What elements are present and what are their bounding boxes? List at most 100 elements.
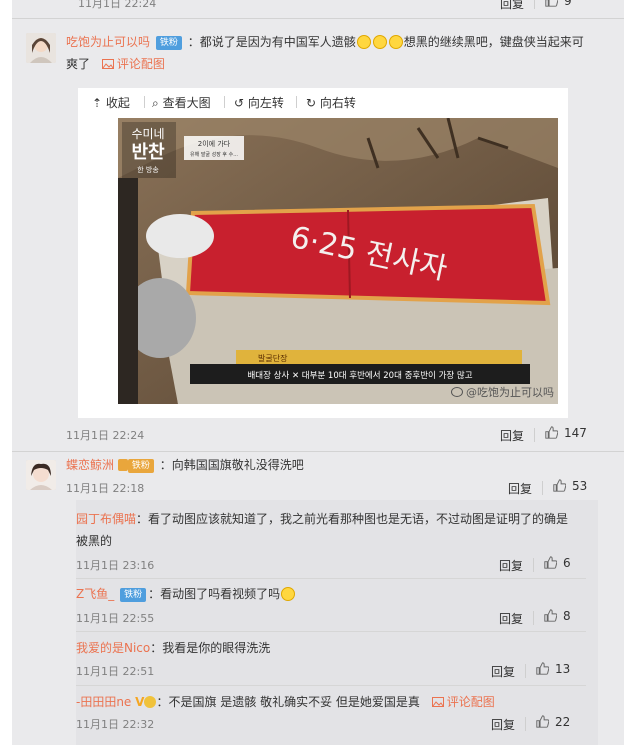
divider xyxy=(525,717,526,731)
like-button[interactable]: 6 xyxy=(544,556,571,570)
reply-date: 11月1日 22:55 xyxy=(76,612,155,625)
rotate-right-button[interactable]: ↻ 向右转 xyxy=(306,94,356,111)
divider xyxy=(533,558,534,572)
reply-date: 11月1日 22:32 xyxy=(76,718,155,731)
video-frame: 6·25 전사자 수미네 반찬 한 방송 2이에 가다 유해 발굴 성장 후 수… xyxy=(118,118,558,404)
emoji-icon xyxy=(388,35,403,49)
show-logo-line3: 한 방송 xyxy=(137,165,159,174)
prev-comment-footer: 11月1日 22:24 回复 9 xyxy=(12,0,624,11)
show-logo-line2: 반찬 xyxy=(131,142,165,163)
reply-date: 11月1日 23:16 xyxy=(76,559,155,572)
comment-body: 吃饱为止可以吗 铁粉 ：都说了是因为有中国军人遗骸 想黑的继续黑吧，键盘侠当起来可… xyxy=(66,31,606,75)
medal-icon xyxy=(144,696,157,708)
like-count: 6 xyxy=(563,556,571,570)
rotate-left-button[interactable]: ↺ 向左转 xyxy=(234,94,284,111)
reply-separator xyxy=(76,631,586,632)
image-watermark: @吃饱为止可以吗 xyxy=(450,384,554,400)
comment-text: ：都说了是因为有中国军人遗骸 xyxy=(187,35,356,49)
reply-username[interactable]: 园丁布偶喵 xyxy=(76,512,136,526)
like-count: 53 xyxy=(572,479,588,493)
reply-button[interactable]: 回复 xyxy=(491,663,515,680)
reply-button[interactable]: 回复 xyxy=(499,610,523,627)
reply-button[interactable]: 回复 xyxy=(499,557,523,574)
thumbs-up-icon xyxy=(553,479,566,492)
like-count: 147 xyxy=(564,426,587,440)
comment-text: ：向韩国国旗敬礼没得洗吧 xyxy=(159,458,304,472)
comment-text: 爽了 xyxy=(66,57,91,71)
search-icon: ⌕ xyxy=(152,96,159,110)
fan-badge[interactable]: 铁粉 xyxy=(155,36,182,50)
v-badge-icon: V xyxy=(135,695,145,709)
like-button[interactable]: 8 xyxy=(544,609,571,623)
comment-image[interactable]: 6·25 전사자 수미네 반찬 한 방송 2이에 가다 유해 발굴 성장 후 수… xyxy=(118,118,558,404)
like-button[interactable]: 147 xyxy=(545,426,587,440)
collapse-icon: ⇡ xyxy=(92,96,103,110)
reply-item: 园丁布偶喵：看了动图应该就知道了，我之前光看那种图也是无语，不过动图是证明了的确… xyxy=(76,508,586,552)
avatar[interactable] xyxy=(26,33,56,63)
thumbs-up-icon xyxy=(536,662,549,675)
like-count: 22 xyxy=(555,715,571,729)
comment-body: 蝶恋鲸洲 铁粉 ：向韩国国旗敬礼没得洗吧 xyxy=(66,455,304,475)
fan-badge[interactable]: 铁粉 xyxy=(120,588,147,602)
reply-item: 我爱的是Nico：我看是你的眼得洗洗 xyxy=(76,638,270,658)
reply-text: ：看动图了吗看视频了吗 xyxy=(148,587,281,601)
reply-text: ：我看是你的眼得洗洗 xyxy=(150,641,271,655)
comment-image-link[interactable]: 评论配图 xyxy=(101,57,165,71)
like-count: 13 xyxy=(555,662,571,676)
rotate-left-label: 向左转 xyxy=(247,96,284,110)
like-button[interactable]: 13 xyxy=(536,662,570,676)
reply-username[interactable]: Z飞鱼_ xyxy=(76,587,114,601)
comment-username[interactable]: 蝶恋鲸洲 xyxy=(66,458,114,472)
rotate-left-icon: ↺ xyxy=(234,96,245,110)
like-count: 9 xyxy=(564,0,572,8)
divider xyxy=(525,664,526,678)
fan-badge[interactable]: 铁粉 xyxy=(127,459,154,473)
reply-separator xyxy=(76,685,586,686)
comment-image-link[interactable]: 评论配图 xyxy=(431,695,495,709)
thumbs-up-icon xyxy=(536,715,549,728)
thumbs-up-icon xyxy=(545,0,558,7)
subtitle-label: 발굴단장 xyxy=(258,353,288,363)
watermark-text: @吃饱为止可以吗 xyxy=(466,386,554,399)
comment-image-link-label: 评论配图 xyxy=(446,695,495,709)
reply-text: ：不是国旗 是遗骸 敬礼确实不妥 但是她爱国是真 xyxy=(156,695,420,709)
reply-text: ：看了动图应该就知道了，我之前光看那种图也是无语，不过动图是证明了的确是 xyxy=(136,512,569,526)
reply-username[interactable]: -田田田ne xyxy=(76,695,131,709)
comment-separator xyxy=(12,18,624,19)
top-caption-line1: 2이에 가다 xyxy=(198,139,231,148)
emoji-icon xyxy=(372,35,387,49)
reply-separator xyxy=(76,578,586,579)
divider xyxy=(534,428,535,442)
reply-username[interactable]: 我爱的是Nico xyxy=(76,641,150,655)
image-viewer: ⇡ 收起 ⌕ 查看大图 ↺ 向左转 ↻ 向右转 6·25 전사자 수미네 반찬 … xyxy=(78,88,568,418)
comments-panel: 11月1日 22:24 回复 9 吃饱为止可以吗 铁粉 ：都说了是因为有中国军人… xyxy=(12,0,624,745)
reply-button[interactable]: 回复 xyxy=(500,427,524,444)
medal-icon xyxy=(117,459,128,471)
avatar[interactable] xyxy=(26,460,56,490)
reply-button[interactable]: 回复 xyxy=(500,0,524,12)
thumbs-up-icon xyxy=(545,426,558,439)
divider xyxy=(533,611,534,625)
top-caption-line2: 유해 발굴 성장 후 수... xyxy=(190,151,238,158)
like-button[interactable]: 9 xyxy=(545,0,572,8)
reply-item: -田田田ne V ：不是国旗 是遗骸 敬礼确实不妥 但是她爱国是真 评论配图 xyxy=(76,692,495,712)
thumbs-up-icon xyxy=(544,556,557,569)
reply-button[interactable]: 回复 xyxy=(491,716,515,733)
comment-date: 11月1日 22:18 xyxy=(66,482,145,495)
emoji-icon xyxy=(356,35,371,49)
rotate-right-icon: ↻ xyxy=(306,96,317,110)
reply-item: Z飞鱼_ 铁粉 ：看动图了吗看视频了吗 xyxy=(76,584,296,604)
image-icon xyxy=(101,59,114,69)
weibo-icon xyxy=(450,387,463,397)
like-button[interactable]: 22 xyxy=(536,715,570,729)
image-icon xyxy=(431,697,444,707)
like-button[interactable]: 53 xyxy=(553,479,587,493)
comment-date: 11月1日 22:24 xyxy=(66,429,145,442)
collapse-button[interactable]: ⇡ 收起 xyxy=(92,94,130,111)
view-large-button[interactable]: ⌕ 查看大图 xyxy=(152,94,211,111)
comment-username[interactable]: 吃饱为止可以吗 xyxy=(66,35,150,49)
like-count: 8 xyxy=(563,609,571,623)
reply-button[interactable]: 回复 xyxy=(508,480,532,497)
divider xyxy=(534,0,535,9)
comment-date: 11月1日 22:24 xyxy=(78,0,157,10)
